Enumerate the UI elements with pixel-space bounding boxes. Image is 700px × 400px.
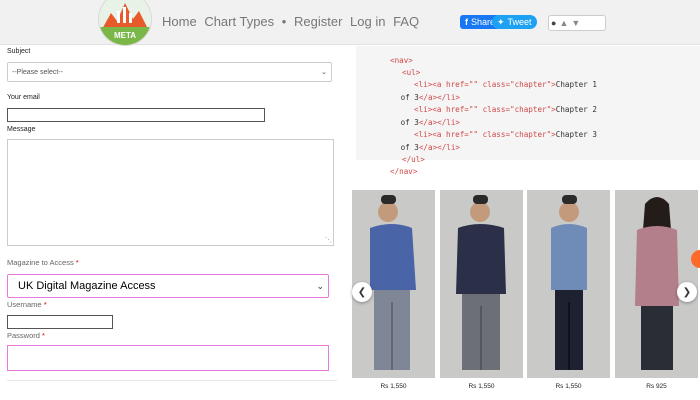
downvote-icon[interactable]: ▼ xyxy=(571,18,580,28)
site-logo[interactable]: META xyxy=(98,0,152,46)
chevron-down-icon: ⌄ xyxy=(316,281,324,291)
email-label: Your email xyxy=(7,94,40,101)
product-card[interactable] xyxy=(440,190,523,378)
magazine-label-text: Magazine to Access xyxy=(7,258,74,267)
product-price: Rs 925 xyxy=(646,383,667,390)
magazine-label: Magazine to Access * xyxy=(7,258,79,267)
code-line: of 3</a></li> xyxy=(396,93,461,102)
subject-select[interactable]: --Please select-- ⌄ xyxy=(7,62,332,82)
product-card[interactable] xyxy=(527,190,610,378)
message-textarea[interactable]: ⋱ xyxy=(7,139,334,246)
product-price: Rs 1,550 xyxy=(468,383,495,390)
product-price: Rs 1,550 xyxy=(555,383,582,390)
code-line: <li><a href="" class="chapter">Chapter 1 xyxy=(414,80,597,89)
resize-handle-icon[interactable]: ⋱ xyxy=(325,236,332,244)
subject-select-value: --Please select-- xyxy=(12,69,63,76)
code-line: of 3</a></li> xyxy=(396,118,461,127)
carousel-next-button[interactable]: ❯ xyxy=(677,282,697,302)
required-marker: * xyxy=(43,300,47,309)
subject-label: Subject xyxy=(7,48,31,55)
nav-home[interactable]: Home xyxy=(162,14,197,29)
tweet-button[interactable]: ✦ Tweet xyxy=(492,15,537,29)
required-marker: * xyxy=(75,258,79,267)
message-label: Message xyxy=(7,126,36,133)
code-line: of 3</a></li> xyxy=(396,143,461,152)
nav-separator: • xyxy=(281,14,287,29)
nav-faq[interactable]: FAQ xyxy=(393,14,419,29)
password-field[interactable] xyxy=(7,345,329,371)
chevron-left-icon: ❮ xyxy=(357,286,367,298)
facebook-icon: f xyxy=(465,17,468,27)
tweet-label: Tweet xyxy=(507,17,532,27)
nav-log-in[interactable]: Log in xyxy=(350,14,385,29)
magazine-select[interactable]: UK Digital Magazine Access ⌄ xyxy=(7,274,329,298)
form-divider xyxy=(7,380,337,381)
reddit-icon[interactable]: ● xyxy=(551,18,556,28)
vote-widget: ● ▲ ▼ xyxy=(548,15,606,31)
logo-text: META xyxy=(114,31,136,40)
password-label: Password * xyxy=(7,331,45,340)
twitter-icon: ✦ xyxy=(497,17,505,27)
chevron-down-icon: ⌄ xyxy=(321,69,327,76)
product-price: Rs 1,550 xyxy=(380,383,407,390)
required-marker: * xyxy=(42,331,45,340)
code-line: <ul> xyxy=(402,68,421,77)
nav-register[interactable]: Register xyxy=(294,14,342,29)
email-field[interactable] xyxy=(7,108,265,122)
code-line: <nav> xyxy=(390,56,413,65)
username-field[interactable] xyxy=(7,315,113,329)
password-label-text: Password xyxy=(7,331,40,340)
chevron-right-icon: ❯ xyxy=(682,286,692,298)
username-label-text: Username xyxy=(7,300,42,309)
product-carousel: Rs 1,550 Rs 1,550 Rs 1,550 Rs 925 xyxy=(351,190,700,400)
site-header: META Home Chart Types • Register Log in … xyxy=(0,0,700,46)
carousel-prev-button[interactable]: ❮ xyxy=(352,282,372,302)
top-nav: Home Chart Types • Register Log in FAQ xyxy=(162,14,423,29)
code-line: <li><a href="" class="chapter">Chapter 3 xyxy=(414,130,597,139)
nav-chart-types[interactable]: Chart Types xyxy=(204,14,274,29)
upvote-icon[interactable]: ▲ xyxy=(559,18,568,28)
logo-graphic: META xyxy=(99,0,151,45)
username-label: Username * xyxy=(7,300,47,309)
magazine-select-value: UK Digital Magazine Access xyxy=(18,280,156,292)
code-line: <li><a href="" class="chapter">Chapter 2 xyxy=(414,105,597,114)
code-snippet: <nav> <ul> <li><a href="" class="chapter… xyxy=(356,46,700,176)
product-image xyxy=(440,190,523,378)
code-line: </ul> xyxy=(402,155,425,164)
product-image xyxy=(527,190,610,378)
code-line: </nav> xyxy=(390,167,418,176)
